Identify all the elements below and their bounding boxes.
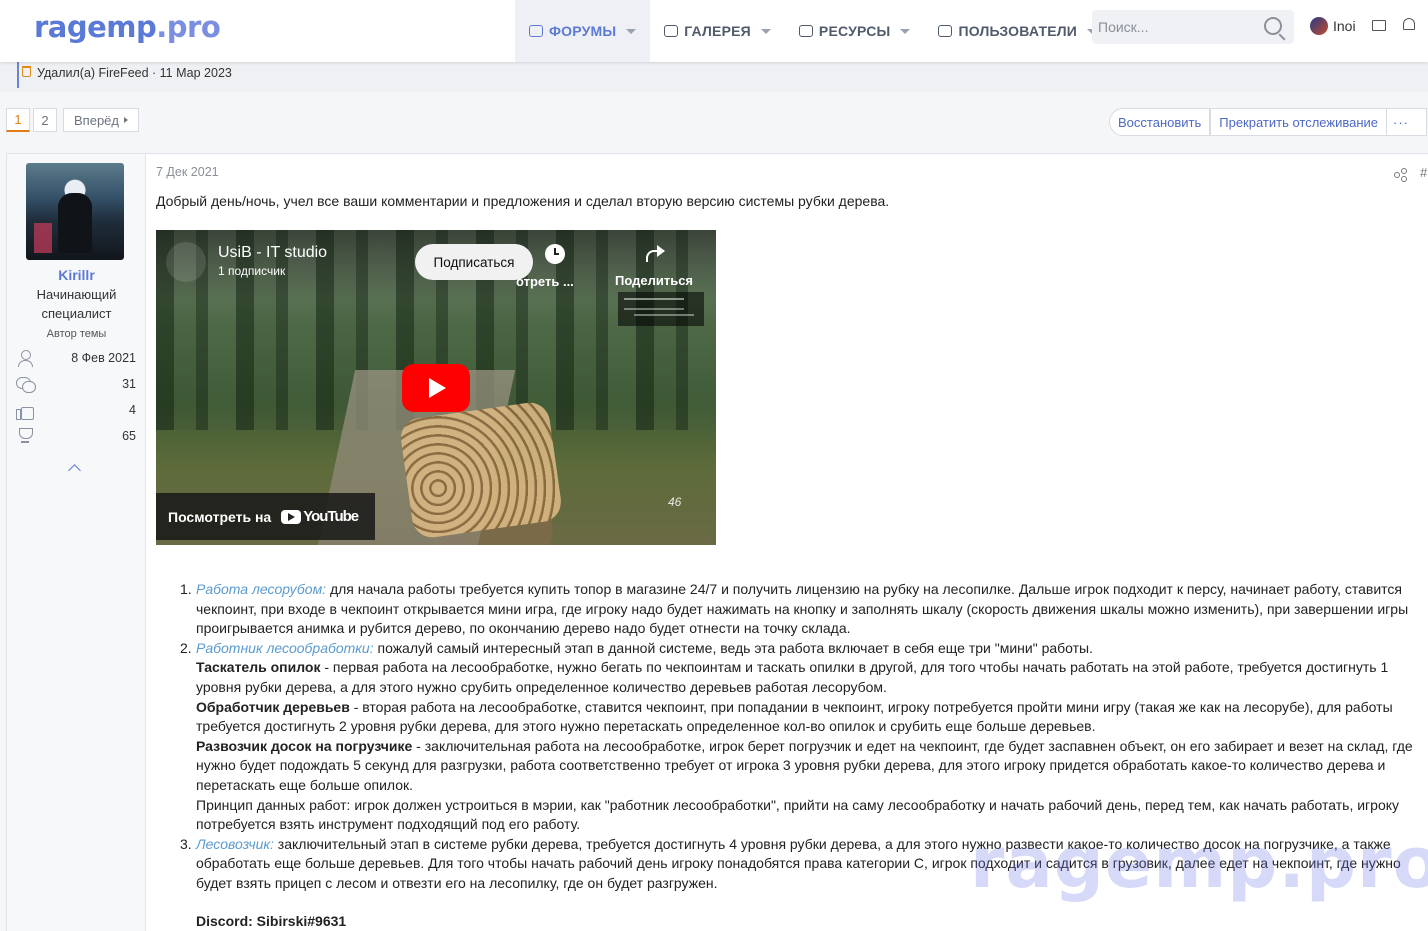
list-item-title: Работник лесообработки:	[196, 639, 374, 656]
video-truck	[398, 400, 564, 540]
post-main-cell: 7 Дек 2021 # Добрый день/ночь, учел все …	[147, 154, 1428, 931]
nav-users[interactable]: ПОЛЬЗОВАТЕЛИ	[924, 0, 1111, 62]
page-1[interactable]: 1	[6, 108, 30, 132]
next-page-button[interactable]: Вперёд	[63, 108, 139, 132]
author-name[interactable]: Kirillr	[7, 267, 146, 283]
watch-later-label[interactable]: отреть ...	[516, 274, 574, 289]
clock-icon[interactable]	[545, 244, 565, 264]
site-logo[interactable]: ragemp.pro	[34, 10, 221, 44]
watch-on-youtube[interactable]: Посмотреть на YouTube	[156, 493, 375, 540]
list-item: 1. Работа лесорубом: для начала работы т…	[180, 581, 1409, 637]
thumb-icon	[16, 402, 34, 420]
discord-contact: Discord: Sibirski#9631	[196, 913, 347, 929]
thread-actions: Восстановить Прекратить отслеживание ···	[1109, 108, 1428, 136]
post-user-cell: Kirillr Начинающий специалист Автор темы…	[7, 154, 146, 931]
chevron-down-icon[interactable]	[626, 28, 637, 34]
person-icon	[16, 350, 34, 367]
more-menu-button[interactable]: ···	[1387, 108, 1428, 136]
post: Kirillr Начинающий специалист Автор темы…	[6, 153, 1428, 931]
youtube-icon	[281, 509, 302, 524]
pagination: 1 2 Вперёд	[6, 108, 142, 132]
user-menu[interactable]: Inoi	[1310, 17, 1356, 35]
video-share-label[interactable]: Поделиться	[615, 273, 693, 288]
post-intro: Добрый день/ночь, учел все ваши коммента…	[156, 193, 890, 209]
restore-button[interactable]: Восстановить	[1109, 108, 1211, 136]
youtube-embed[interactable]: UsiB - IT studio 1 подписчик Подписаться…	[156, 230, 716, 545]
channel-avatar[interactable]	[166, 242, 206, 282]
avatar	[1310, 17, 1328, 35]
stat-messages: 31	[16, 374, 136, 394]
chevron-down-icon[interactable]	[760, 28, 771, 34]
trash-icon	[22, 66, 31, 77]
gallery-icon	[664, 25, 679, 37]
deleted-notice: Удалил(а) FireFeed · 11 Мар 2023	[0, 62, 1428, 92]
nav-resources[interactable]: РЕСУРСЫ	[785, 0, 925, 62]
chevron-up-icon[interactable]	[68, 464, 81, 477]
youtube-logo: YouTube	[281, 508, 359, 525]
video-counter: 46	[668, 495, 682, 509]
site-header: ragemp.pro ФОРУМЫ ГАЛЕРЕЯ РЕСУРСЫ ПОЛЬЗО…	[0, 0, 1428, 62]
username: Inoi	[1333, 18, 1356, 34]
users-icon	[938, 25, 953, 37]
channel-name[interactable]: UsiB - IT studio	[218, 244, 327, 262]
share-arrow-icon[interactable]	[646, 244, 666, 262]
trophy-icon	[16, 428, 34, 444]
search-box	[1092, 10, 1294, 44]
search-input[interactable]	[1092, 10, 1252, 44]
author-title: Начинающий специалист	[36, 287, 117, 321]
nav-gallery[interactable]: ГАЛЕРЕЯ	[650, 0, 785, 62]
stat-points: 65	[16, 426, 136, 446]
list-item: 2. Работник лесообработки: пожалуй самый…	[180, 639, 1413, 833]
author-avatar[interactable]	[26, 163, 124, 260]
stat-reactions: 4	[16, 400, 136, 420]
author-badge: Автор темы	[46, 328, 107, 340]
job-list: 1. Работа лесорубом: для начала работы т…	[156, 580, 1428, 894]
chevron-down-icon[interactable]	[900, 28, 911, 34]
nav-forums[interactable]: ФОРУМЫ	[515, 0, 651, 62]
accent-bar	[17, 62, 19, 88]
mail-icon[interactable]	[1372, 20, 1386, 31]
deleted-text: Удалил(а) FireFeed · 11 Мар 2023	[37, 66, 232, 80]
list-item-title: Работа лесорубом:	[196, 581, 327, 597]
game-hud	[618, 292, 704, 326]
bell-icon[interactable]	[1403, 18, 1415, 30]
play-button[interactable]	[402, 364, 470, 412]
resources-icon	[798, 25, 813, 37]
post-permalink[interactable]: #	[1420, 165, 1427, 180]
stat-registered: 8 Фев 2021	[16, 348, 136, 368]
share-icon[interactable]	[1394, 168, 1407, 180]
search-icon[interactable]	[1264, 17, 1282, 35]
main-nav: ФОРУМЫ ГАЛЕРЕЯ РЕСУРСЫ ПОЛЬЗОВАТЕЛИ	[515, 0, 1111, 62]
unwatch-button[interactable]: Прекратить отслеживание	[1210, 108, 1388, 136]
watch-on-label: Посмотреть на	[168, 508, 272, 525]
post-date[interactable]: 7 Дек 2021	[156, 165, 219, 179]
channel-subs: 1 подписчик	[218, 264, 286, 278]
page-2[interactable]: 2	[33, 108, 57, 132]
list-item: 3. Лесовозчик: заключительный этап в сис…	[180, 835, 1401, 891]
chat-icon	[16, 376, 36, 393]
forum-icon	[529, 25, 543, 37]
list-item-title: Лесовозчик:	[196, 835, 274, 852]
